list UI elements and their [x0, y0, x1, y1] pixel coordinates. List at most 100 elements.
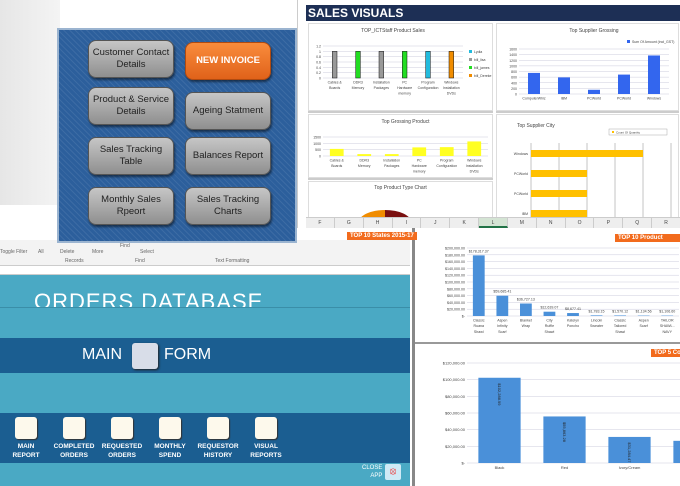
invoice-menu-button[interactable]: Sales Tracking Table	[88, 137, 174, 175]
category-label: Memory	[352, 86, 365, 90]
chart-ict-sales[interactable]: TOP_ICTStaff Product Sales 1.2 1 0.8 0.6 0.4 0…	[308, 23, 493, 111]
bar	[467, 141, 482, 156]
chart-supplier-city[interactable]: Top Supplier City Count Of Quantity Window…	[496, 114, 679, 219]
more-button[interactable]: More	[92, 249, 103, 255]
refresh-all-button[interactable]: All	[38, 249, 44, 255]
close-app-label: CLOSE APP	[362, 465, 383, 479]
category-label: Windows	[467, 159, 481, 163]
invoice-menu-button[interactable]: Monthly Sales Rpeort	[88, 187, 174, 225]
blurred-background	[0, 0, 60, 205]
tick-label: $100,000.00	[443, 377, 466, 382]
bar	[567, 313, 579, 316]
tick-label: $180,000.00	[445, 253, 465, 257]
chart-top-grossing[interactable]: Top Grossing Product 1500 1000 500 0 Cables &…	[308, 114, 493, 178]
category-label: IBM	[561, 97, 567, 101]
tick-label: 0.8	[316, 55, 321, 59]
chart-title: TOP_ICTStaff Product Sales	[361, 28, 425, 34]
category-label: Poncho	[567, 324, 579, 328]
tick-label: 200	[511, 87, 517, 91]
category-label: Cables &	[330, 159, 345, 163]
bar	[472, 255, 485, 316]
nav-button-visual-reports[interactable]: VISUAL REPORTS	[241, 417, 291, 460]
column-header[interactable]: O	[566, 218, 595, 228]
tick-label: $20,000.00	[447, 308, 465, 312]
nav-button-monthly-spend[interactable]: MONTHLY SPEND	[145, 417, 195, 460]
tick-label: 600	[511, 76, 517, 80]
bar	[378, 51, 384, 79]
tick-label: $-	[461, 461, 465, 466]
bar	[588, 89, 600, 94]
column-header[interactable]: M	[508, 218, 537, 228]
invoice-menu-button[interactable]: Balances Report	[185, 137, 271, 175]
nav-button-main-report[interactable]: MAIN REPORT	[1, 417, 51, 460]
text-formatting-label: Text Formatting	[215, 258, 250, 264]
tick-label: 1000	[313, 142, 321, 146]
category-label: PCWorld	[587, 97, 601, 101]
main-form-button[interactable]	[132, 343, 158, 369]
column-header[interactable]: Q	[623, 218, 653, 228]
legend-entry: bill_lisa	[474, 58, 486, 62]
main-label: MAIN	[82, 346, 122, 363]
category-label: City	[546, 319, 552, 323]
invoice-menu-button[interactable]: Ageing Statment	[185, 92, 271, 130]
category-label: Hardware	[397, 86, 412, 90]
column-header[interactable]: H	[364, 218, 393, 228]
tick-label: 0	[319, 155, 321, 159]
dashboard-charts: TOP 10 States 2015-17 TOP 10 Product $20…	[347, 228, 680, 486]
toggle-filter-button[interactable]: Toggle Filter	[0, 249, 27, 255]
chart-title: Top Supplier City	[517, 123, 555, 129]
bar	[528, 72, 540, 94]
bar	[448, 51, 454, 79]
category-label: Ivory/Cream	[619, 465, 641, 470]
category-label: Boards	[329, 86, 340, 90]
tick-label: $120,000.00	[445, 274, 465, 278]
close-app-button[interactable]: ⦻	[385, 464, 401, 480]
tick-label: 1000	[509, 64, 517, 68]
category-label: Scarf	[498, 330, 506, 334]
bar	[439, 147, 454, 156]
nav-button-requested-orders[interactable]: REQUESTED ORDERS	[97, 417, 147, 460]
category-label: Packages	[384, 164, 400, 168]
sales-visuals-title: SALES VISUALS	[306, 5, 680, 21]
tick-label: $60,000.00	[445, 411, 466, 416]
column-header[interactable]: L	[479, 218, 508, 228]
category-label: Windows	[444, 81, 458, 85]
invoice-menu-button[interactable]: Sales Tracking Charts	[185, 187, 271, 225]
invoice-menu-button[interactable]: Customer Contact Details	[88, 40, 174, 78]
category-label: Classic	[614, 319, 626, 323]
invoice-menu-button[interactable]: Product & Service Details	[88, 87, 174, 125]
data-label: $55,863.28	[562, 422, 567, 443]
bar	[520, 303, 532, 316]
find-button[interactable]: Find	[120, 243, 130, 249]
column-header[interactable]: I	[393, 218, 422, 228]
column-header[interactable]: F	[306, 218, 335, 228]
chart-title: Top Grossing Product	[381, 119, 430, 125]
chart-supplier-grossing[interactable]: Top Supplier Grossing 1600 1400 1200 1000 800…	[496, 23, 679, 111]
chart-product-type[interactable]: Top Product Type Chart	[308, 181, 493, 219]
tick-label: 500	[315, 148, 321, 152]
nav-button-completed-orders[interactable]: COMPLETED ORDERS	[49, 417, 99, 460]
legend-swatch	[627, 40, 630, 43]
delete-button[interactable]: Delete	[60, 249, 74, 255]
tick-label: 0	[319, 77, 321, 81]
category-label: PC	[417, 159, 422, 163]
nav-button-requestor-history[interactable]: REQUESTOR HISTORY	[193, 417, 243, 460]
category-label: Cables &	[328, 81, 343, 85]
column-header[interactable]: N	[537, 218, 566, 228]
tick-label: 1500	[313, 136, 321, 140]
category-label: Katelyn	[567, 319, 579, 323]
column-header[interactable]: P	[594, 218, 624, 228]
legend-entry: bill_james	[474, 66, 490, 70]
category-label: Installation	[383, 159, 400, 163]
data-label: $1,570.12	[612, 309, 628, 313]
tag-top-states: TOP 10 States 2015-17	[347, 232, 417, 240]
column-header[interactable]: G	[335, 218, 364, 228]
category-label: ComputerWhiz	[522, 97, 545, 101]
select-button[interactable]: Select	[140, 249, 154, 255]
column-header[interactable]: R	[652, 218, 680, 228]
column-header[interactable]: K	[450, 218, 480, 228]
invoice-menu-button[interactable]: NEW INVOICE	[185, 42, 271, 80]
data-label: $102,288.99	[497, 383, 502, 406]
column-header[interactable]: J	[421, 218, 451, 228]
tick-label: 0.6	[316, 61, 321, 65]
